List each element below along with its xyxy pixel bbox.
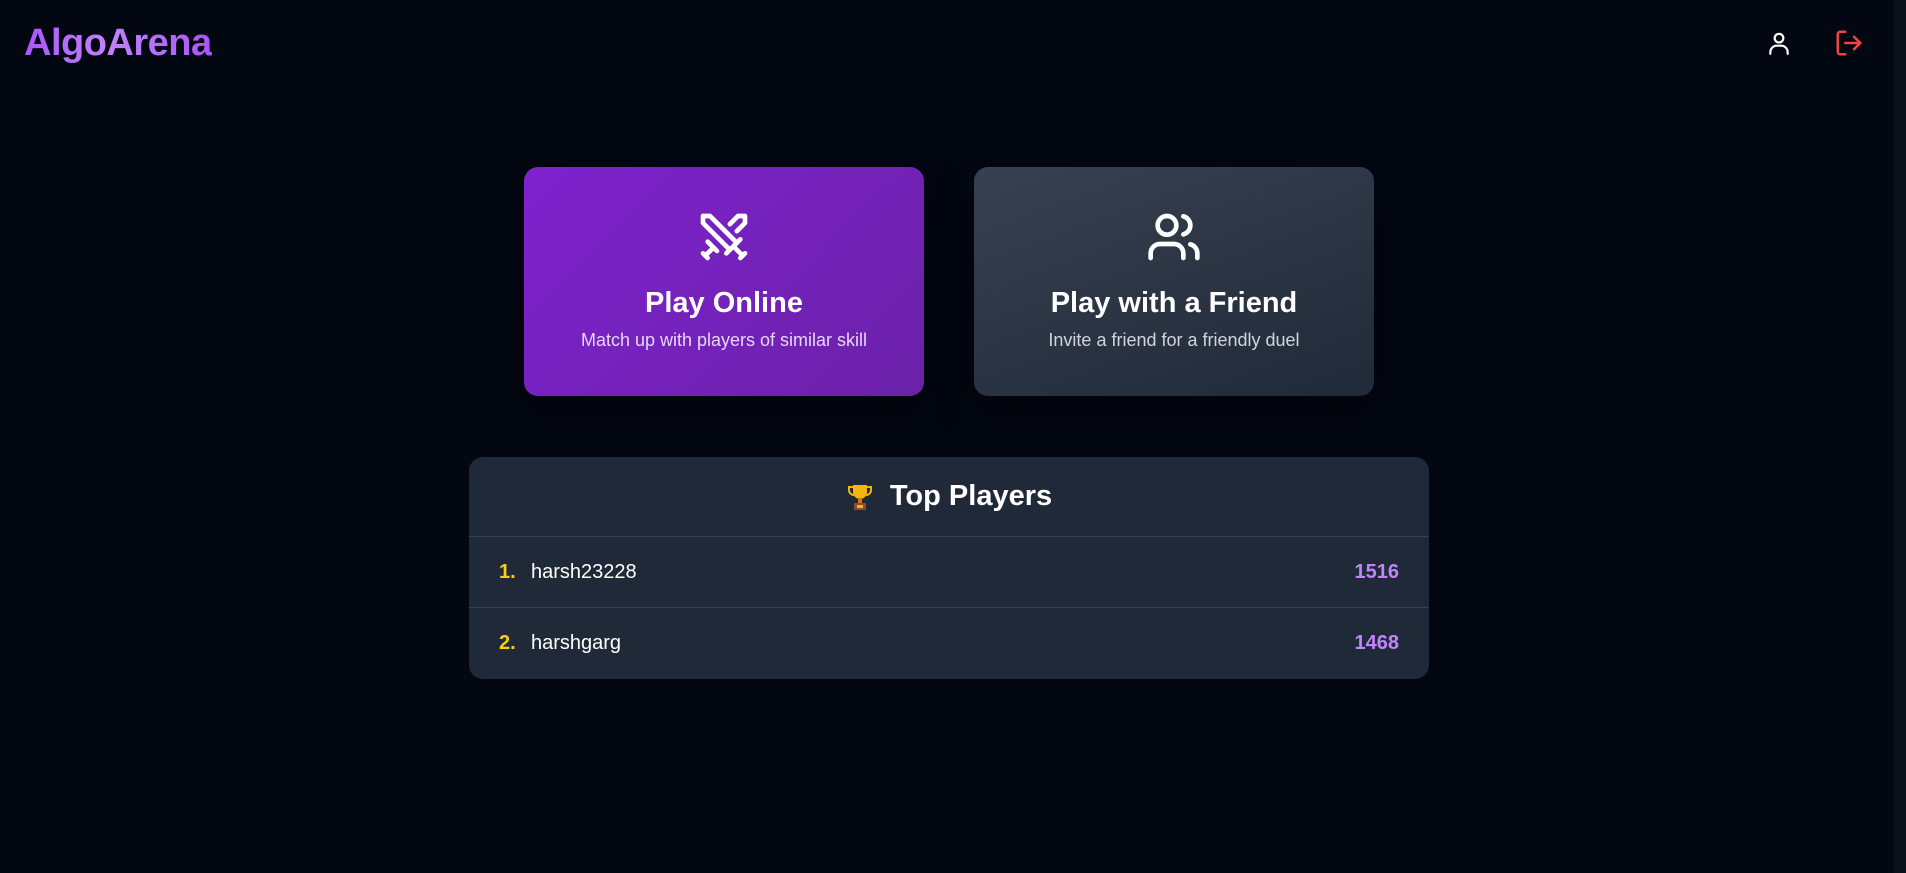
- play-with-friend-title: Play with a Friend: [1050, 287, 1298, 319]
- play-online-card[interactable]: Play Online Match up with players of sim…: [524, 167, 924, 396]
- player-rating: 1468: [1354, 632, 1400, 654]
- users-icon: [1146, 209, 1202, 265]
- player-rank: 2.: [499, 632, 516, 654]
- logout-icon: [1836, 30, 1862, 56]
- play-with-friend-card[interactable]: Play with a Friend Invite a friend for a…: [974, 167, 1374, 396]
- player-name: harsh23228: [531, 560, 637, 583]
- play-online-title: Play Online: [645, 287, 803, 319]
- top-players-title: Top Players: [889, 480, 1053, 512]
- player-rating: 1516: [1354, 560, 1400, 583]
- brand-logo[interactable]: AlgoArena: [24, 22, 212, 65]
- play-online-subtitle: Match up with players of similar skill: [580, 330, 868, 350]
- player-name: harshgarg: [531, 632, 622, 654]
- app-page: AlgoArena Play Online Match up with play…: [0, 0, 1906, 873]
- top-players-header: Top Players: [469, 457, 1429, 537]
- trophy-icon: [847, 484, 872, 510]
- play-with-friend-subtitle: Invite a friend for a friendly duel: [1048, 330, 1300, 350]
- top-nav: AlgoArena: [0, 0, 1894, 90]
- user-icon: [1769, 32, 1789, 55]
- logout-button[interactable]: [1830, 24, 1868, 62]
- top-players-panel: Top Players 1. harsh23228 1516 2. harshg…: [469, 457, 1429, 679]
- player-row[interactable]: 1. harsh23228 1516: [469, 537, 1429, 608]
- profile-button[interactable]: [1760, 24, 1798, 62]
- player-rank: 1.: [499, 560, 516, 583]
- page-scrollbar[interactable]: [1894, 0, 1906, 873]
- player-row[interactable]: 2. harshgarg 1468: [469, 608, 1429, 679]
- crossed-swords-icon: [696, 209, 752, 265]
